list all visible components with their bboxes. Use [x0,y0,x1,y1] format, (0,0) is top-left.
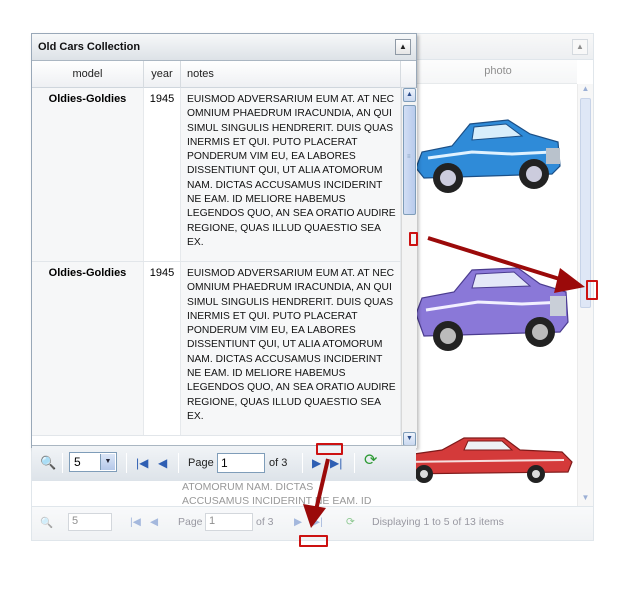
arrowhead-right-icon [554,268,585,293]
arrow-right-icon [427,236,567,283]
arrowhead-down-icon [303,504,326,528]
annotation-arrows [303,236,585,528]
arrow-down-icon [314,458,330,511]
